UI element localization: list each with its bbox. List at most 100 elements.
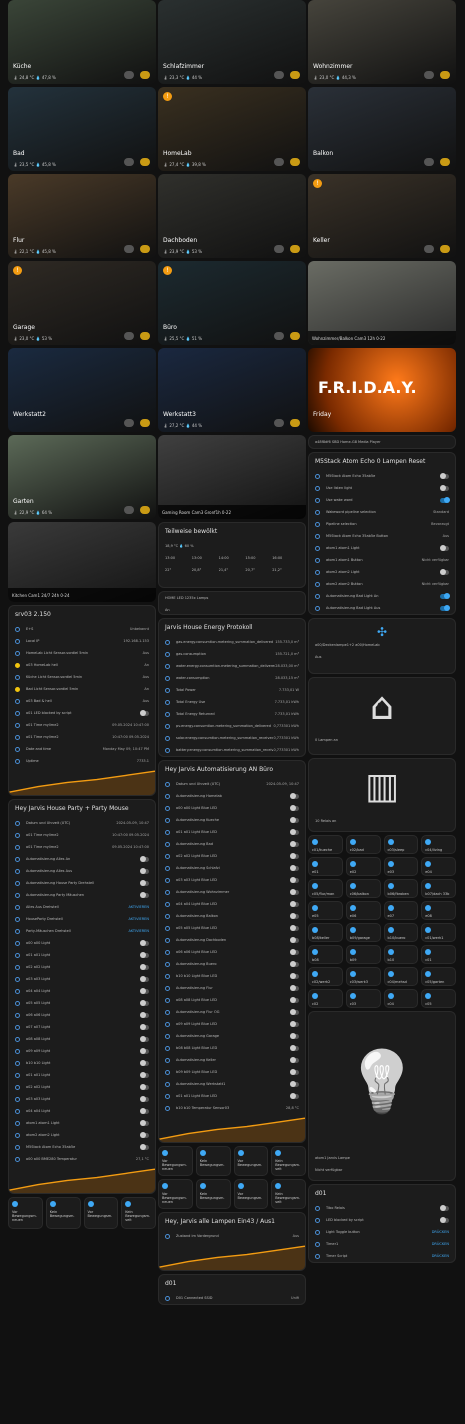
light-button[interactable]: [140, 332, 150, 340]
room-button[interactable]: c05: [421, 989, 456, 1008]
entity-row[interactable]: Total Energy Use 7.733,01 kWh: [159, 696, 305, 708]
entity-row[interactable]: Date and time Monday May 09, 10:47 PM: [9, 743, 155, 755]
entity-row[interactable]: Automatisierung Bad Light Aus: [309, 602, 455, 614]
entity-row[interactable]: Automatisierung Garage: [159, 1030, 305, 1042]
entity-row[interactable]: water.consumption 28.033,15 m³: [159, 672, 305, 684]
entity-row[interactable]: Wakeword pipeline selection Standard: [309, 506, 455, 518]
toggle-switch[interactable]: [140, 1107, 149, 1114]
toggle-switch[interactable]: [440, 568, 449, 575]
motion-button[interactable]: [124, 71, 134, 79]
room-card[interactable]: Werkstatt2: [8, 348, 156, 432]
room-button[interactable]: c01/kueche: [308, 835, 343, 854]
toggle-switch[interactable]: [290, 1068, 299, 1075]
entity-row[interactable]: Automatisierung Buero: [159, 958, 305, 970]
entity-row[interactable]: M5Stack Atom Echo 35ab5e Button Aus: [309, 530, 455, 542]
entity-row[interactable]: o03 a03 Light: [9, 973, 155, 985]
motion-button[interactable]: [274, 245, 284, 253]
room-button[interactable]: b10/buero: [383, 923, 419, 942]
room-button[interactable]: c04/mehsd: [383, 967, 419, 986]
room-button[interactable]: b10: [383, 945, 419, 964]
entity-row[interactable]: Automatisierung Kueche: [159, 814, 305, 826]
light-button[interactable]: [440, 71, 450, 79]
room-button[interactable]: b07/dach 33b: [421, 879, 456, 898]
toggle-switch[interactable]: [440, 604, 450, 611]
room-card[interactable]: Wohnzimmer 🌡 23,0 °C 💧 44,3 %: [308, 0, 456, 84]
motion-button[interactable]: [124, 158, 134, 166]
entity-row[interactable]: Use wake word: [309, 494, 455, 506]
toggle-switch[interactable]: [290, 1080, 299, 1087]
room-button[interactable]: c02/bad: [345, 835, 381, 854]
room-card[interactable]: ! Büro 🌡 25,5 °C 💧 51 %: [158, 261, 306, 345]
motion-tile[interactable]: Vor Bewegungsm.: [83, 1197, 119, 1229]
toggle-switch[interactable]: [290, 864, 299, 871]
light-button[interactable]: [140, 71, 150, 79]
toggle-switch[interactable]: [290, 960, 299, 967]
entity-row[interactable]: Automatisierung House Party Drehstell: [9, 877, 155, 889]
entity-row[interactable]: Timer1 DRÜCKEN: [309, 1238, 455, 1250]
entity-row[interactable]: atom2 atom2 Button Nicht verfügbar: [309, 578, 455, 590]
kitchen-camera[interactable]: Kitchen Cam1 24/7 24h 0-24: [8, 522, 156, 602]
motion-button[interactable]: [124, 419, 134, 427]
room-button[interactable]: c01/werk1: [421, 923, 456, 942]
toggle-switch[interactable]: [290, 912, 299, 919]
toggle-switch[interactable]: [290, 876, 299, 883]
entity-row[interactable]: Pipeline selection Bevorzugt: [309, 518, 455, 530]
media-player-bar[interactable]: a48f8df6 SBD Home-G8 Media Player: [308, 435, 456, 449]
room-button[interactable]: e03: [383, 857, 419, 876]
motion-tile[interactable]: Vor Bewegungsm. neuen: [158, 1146, 193, 1176]
motion-button[interactable]: [124, 506, 134, 514]
entity-row[interactable]: o04 a04 Light: [9, 985, 155, 997]
light-button[interactable]: [290, 245, 300, 253]
room-button[interactable]: c05/flur/man: [308, 879, 343, 898]
toggle-switch[interactable]: [290, 936, 299, 943]
room-button[interactable]: c04/living: [421, 835, 456, 854]
light-button[interactable]: [440, 245, 450, 253]
room-card[interactable]: ! HomeLab 🌡 27,4 °C 💧 39,8 %: [158, 87, 306, 171]
motion-tile[interactable]: Kein Bewegungsm. seit: [271, 1179, 306, 1209]
room-button[interactable]: c03: [345, 989, 381, 1008]
motion-tile[interactable]: Vor Bewegungsm.: [233, 1146, 269, 1176]
entity-row[interactable]: o09 a09 Light Blue LED: [159, 1018, 305, 1030]
toggle-switch[interactable]: [140, 1095, 149, 1102]
light-button[interactable]: [140, 506, 150, 514]
toggle-switch[interactable]: [140, 1131, 149, 1138]
toggle-switch[interactable]: [140, 1035, 149, 1042]
entity-row[interactable]: water.energy.consumtion.metering_summati…: [159, 660, 305, 672]
entity-row[interactable]: o03 HomeLab hell An: [9, 659, 155, 671]
light-button[interactable]: [140, 419, 150, 427]
entity-row[interactable]: Bad Licht Sensor-vordiel 5min An: [9, 683, 155, 695]
entity-row[interactable]: o01 a01 Light Blue LED: [159, 826, 305, 838]
toggle-switch[interactable]: [290, 984, 299, 991]
entity-row[interactable]: Automatisierung Alles An: [9, 853, 155, 865]
entity-row[interactable]: pv.energy.consumtion.metering_summation_…: [159, 720, 305, 732]
room-button[interactable]: e07: [383, 901, 419, 920]
entity-row[interactable]: Uptime 7733.1: [9, 755, 155, 767]
entity-row[interactable]: o06 a06 Light: [9, 1009, 155, 1021]
motion-button[interactable]: [274, 158, 284, 166]
light-button[interactable]: [290, 419, 300, 427]
toggle-switch[interactable]: [140, 855, 149, 862]
toggle-switch[interactable]: [140, 963, 149, 970]
entity-row[interactable]: o02 a02 Light Blue LED: [159, 850, 305, 862]
entity-row[interactable]: HomeLab Licht Sensor-vordiel 5min Aus: [9, 647, 155, 659]
toggle-switch[interactable]: [140, 879, 149, 886]
entity-row[interactable]: Alles Aus Drehstell AKTIVIEREN: [9, 901, 155, 913]
toggle-switch[interactable]: [290, 924, 299, 931]
motion-button[interactable]: [124, 245, 134, 253]
entity-row[interactable]: battery.energy.consumtion.metering_summa…: [159, 744, 305, 756]
motion-tile[interactable]: Kein Bewegungsm.: [195, 1179, 231, 1209]
entity-row[interactable]: o01 a01 Light: [9, 949, 155, 961]
room-button[interactable]: e02: [345, 857, 381, 876]
room-button[interactable]: c05/garten: [421, 967, 456, 986]
entity-row[interactable]: atom1 atom1 Light: [9, 1117, 155, 1129]
toggle-switch[interactable]: [140, 709, 149, 716]
entity-row[interactable]: Zustand im Vordergrund Aus: [159, 1230, 305, 1242]
room-card[interactable]: Flur 🌡 22,1 °C 💧 45,8 %: [8, 174, 156, 258]
toggle-switch[interactable]: [440, 592, 450, 599]
entity-row[interactable]: o01 Time mylime2 10:47:00 09.05.2024: [9, 731, 155, 743]
room-card[interactable]: Bad 🌡 23,5 °C 💧 45,8 %: [8, 87, 156, 171]
entity-row[interactable]: Datum und Uhrzeit (UTC) 2024-05-09, 10:47: [159, 778, 305, 790]
motion-tile[interactable]: Vor Bewegungsm. neuen: [8, 1197, 43, 1229]
room-button[interactable]: c02/werk2: [308, 967, 343, 986]
entity-row[interactable]: LED blocked by script: [309, 1214, 455, 1226]
